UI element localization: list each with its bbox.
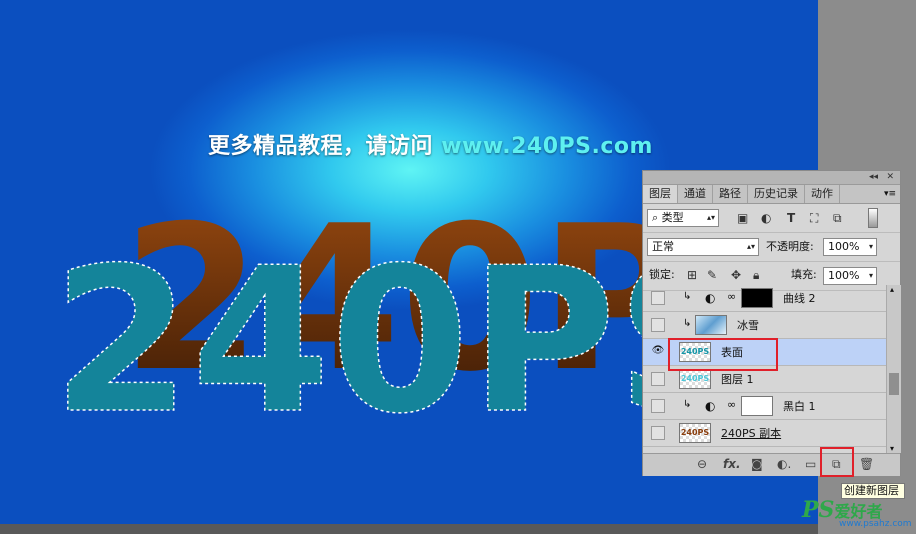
lock-all-icon[interactable]: 🔒︎ [753, 267, 759, 283]
layer-thumbnail[interactable] [695, 315, 727, 335]
layers-panel[interactable]: ◂◂ ✕ 图层 通道 路径 历史记录 动作 ▾≡ ⌕ 类型 ▴▾ ▣ ◐ T ⛶… [642, 170, 901, 477]
image-filter-icon[interactable]: ▣ [737, 210, 748, 226]
opacity-label: 不透明度: [766, 240, 814, 253]
fill-input[interactable]: 100% ▾ [823, 267, 877, 285]
filter-toggle-icon[interactable] [868, 208, 878, 228]
fill-label: 填充: [791, 268, 817, 281]
clip-arrow-icon: ↳ [683, 318, 692, 329]
layer-thumbnail[interactable]: 240PS [679, 423, 711, 443]
adjustment-icon: ◐ [705, 399, 716, 413]
tab-channels[interactable]: 通道 [678, 185, 713, 203]
lock-transparent-icon[interactable]: ⊞ [687, 267, 697, 283]
visibility-toggle[interactable] [651, 372, 665, 386]
panel-menu-icon[interactable]: ▾≡ [884, 185, 896, 203]
filter-type-value: 类型 [661, 211, 684, 224]
trash-icon[interactable]: 🗑︎ [859, 457, 874, 471]
adjustment-icon: ◐ [705, 291, 716, 305]
opacity-input[interactable]: 100% ▾ [823, 238, 877, 256]
panel-tabs: 图层 通道 路径 历史记录 动作 ▾≡ [643, 185, 900, 204]
watermark: PS爱好者 www.psahz.com [802, 497, 912, 529]
link-layers-icon[interactable]: ⊖ [697, 457, 707, 471]
filter-row: ⌕ 类型 ▴▾ ▣ ◐ T ⛶ ⧉ [643, 204, 900, 233]
tab-layers[interactable]: 图层 [643, 185, 678, 203]
type-filter-icon[interactable]: T [787, 210, 795, 226]
filter-type-select[interactable]: ⌕ 类型 ▴▾ [647, 209, 719, 227]
layer-name[interactable]: 曲线 2 [783, 285, 816, 312]
lock-position-icon[interactable]: ✥ [731, 267, 741, 283]
watermark-site: www.psahz.com [839, 519, 912, 529]
fx-icon[interactable]: fx. [723, 457, 741, 471]
link-icon[interactable]: ∞ [727, 290, 736, 303]
layer-row[interactable]: ↳ 冰雪 [643, 312, 886, 339]
clip-arrow-icon: ↳ [683, 399, 692, 410]
blend-mode-select[interactable]: 正常 ▴▾ [647, 238, 759, 256]
lock-label: 锁定: [649, 268, 675, 281]
highlight-selected-layer [668, 338, 778, 371]
watermark-logo: PS [802, 497, 835, 523]
shape-filter-icon[interactable]: ⛶ [810, 210, 818, 226]
tab-history[interactable]: 历史记录 [748, 185, 805, 203]
layer-name[interactable]: 冰雪 [737, 312, 759, 339]
layer-row[interactable]: 240PS 240PS 副本 [643, 420, 886, 447]
panel-title-bar[interactable]: ◂◂ ✕ [643, 171, 900, 185]
scrollbar-thumb[interactable] [889, 373, 899, 395]
visibility-toggle[interactable] [651, 291, 665, 305]
chevron-down-icon: ▾ [868, 242, 873, 251]
tab-actions[interactable]: 动作 [805, 185, 840, 203]
blend-mode-value: 正常 [652, 240, 674, 253]
tab-paths[interactable]: 路径 [713, 185, 748, 203]
blend-row: 正常 ▴▾ 不透明度: 100% ▾ [643, 233, 900, 262]
smart-object-filter-icon[interactable]: ⧉ [833, 210, 842, 226]
layer-thumbnail[interactable]: 240PS [679, 369, 711, 389]
collapse-icon[interactable]: ◂◂ [869, 171, 878, 184]
eye-icon[interactable]: 👁︎ [651, 345, 665, 359]
panel-bottom-toolbar: ⊖ fx. ◙ ◐. ▭ ⧉ 🗑︎ [643, 453, 900, 476]
layer-name[interactable]: 黑白 1 [783, 393, 816, 420]
layers-scrollbar[interactable]: ▴ ▾ [886, 285, 901, 453]
layer-name[interactable]: 240PS 副本 [721, 420, 781, 447]
new-group-icon[interactable]: ▭ [805, 457, 816, 471]
stepper-icon: ▴▾ [746, 242, 755, 251]
scroll-up-icon[interactable]: ▴ [890, 285, 894, 294]
opacity-value: 100% [828, 240, 860, 253]
workspace-bottom [0, 524, 818, 534]
promo-text: 更多精品教程，请访问 www.240PS.com [208, 128, 653, 160]
close-icon[interactable]: ✕ [886, 171, 894, 184]
stepper-icon: ▴▾ [706, 213, 715, 222]
chevron-down-icon: ▾ [868, 271, 873, 280]
scroll-down-icon[interactable]: ▾ [890, 444, 894, 453]
layer-mask-thumbnail[interactable] [741, 288, 773, 308]
layer-row[interactable]: ↳ ◐ ∞ 曲线 2 [643, 285, 886, 312]
layer-row[interactable]: ↳ ◐ ∞ 黑白 1 [643, 393, 886, 420]
new-adjustment-icon[interactable]: ◐. [777, 457, 791, 471]
visibility-toggle[interactable] [651, 399, 665, 413]
link-icon[interactable]: ∞ [727, 398, 736, 411]
promo-chinese: 更多精品教程，请访问 [208, 134, 434, 159]
promo-url: www.240PS.com [441, 134, 653, 159]
fill-value: 100% [828, 269, 860, 282]
visibility-toggle[interactable] [651, 318, 665, 332]
highlight-new-layer-button [820, 447, 854, 477]
visibility-toggle[interactable] [651, 426, 665, 440]
layer-mask-thumbnail[interactable] [741, 396, 773, 416]
lock-paint-icon[interactable]: ✎ [707, 267, 717, 283]
search-icon: ⌕ [652, 211, 662, 224]
clip-arrow-icon: ↳ [683, 291, 692, 302]
adjustment-filter-icon[interactable]: ◐ [761, 210, 771, 226]
add-mask-icon[interactable]: ◙ [751, 457, 763, 471]
